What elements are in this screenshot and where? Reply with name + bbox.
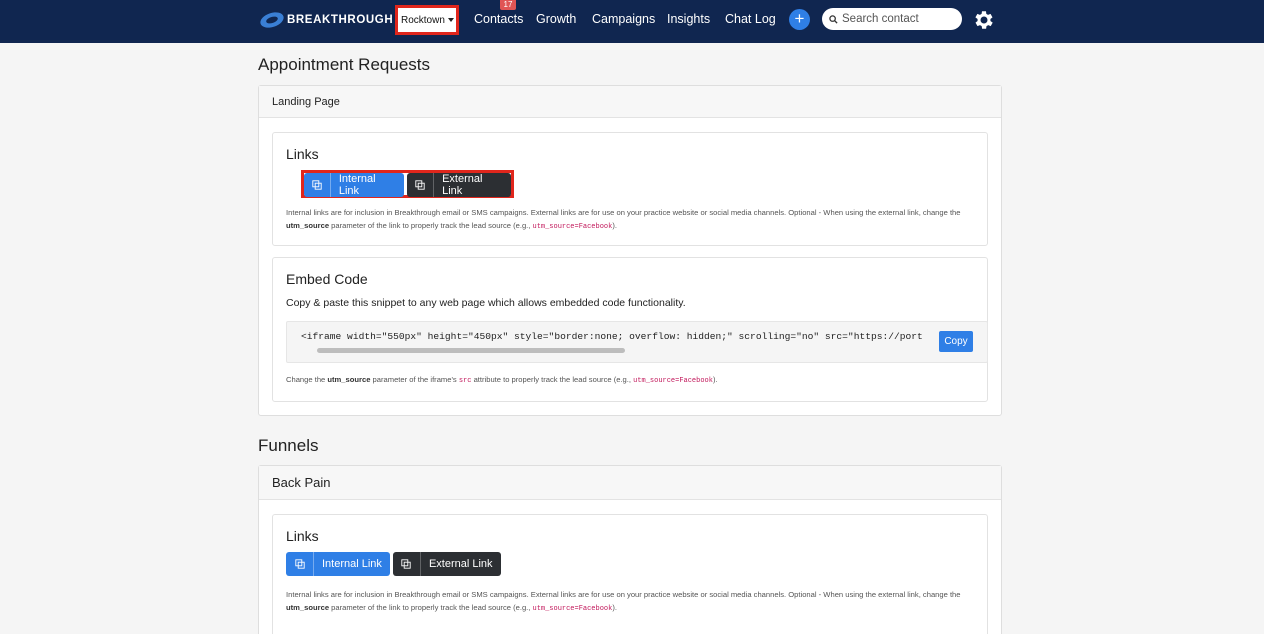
caret-down-icon <box>447 18 454 22</box>
search-icon <box>829 14 838 24</box>
copy-icon <box>286 552 314 576</box>
help-text: ). <box>612 221 617 230</box>
help-text: parameter of the link to properly track … <box>329 603 533 612</box>
external-link-button[interactable]: External Link <box>392 552 501 576</box>
appointment-requests-title: Appointment Requests <box>258 55 430 74</box>
nav-chat-log[interactable]: Chat Log <box>725 12 776 26</box>
help-text: Internal links are for inclusion in Brea… <box>286 590 961 599</box>
help-code: utm_source=Facebook <box>532 223 613 231</box>
copy-icon <box>304 173 331 197</box>
copy-embed-button[interactable]: Copy <box>939 331 973 352</box>
links-title: Links <box>286 528 319 544</box>
help-text: parameter of the link to properly track … <box>329 221 533 230</box>
nav-campaigns[interactable]: Campaigns <box>592 12 655 26</box>
help-text: attribute to properly track the lead sou… <box>471 375 634 384</box>
card-header: Landing Page <box>259 86 1001 118</box>
help-text: Change the <box>286 375 328 384</box>
links-title: Links <box>286 146 319 162</box>
links-panel: Links Internal Link External Link Intern… <box>272 514 988 634</box>
contacts-count-badge: 17 <box>500 0 516 10</box>
card-header-title: Back Pain <box>272 475 331 490</box>
nav-insights[interactable]: Insights <box>667 12 710 26</box>
embed-code-snippet[interactable]: <iframe width="550px" height="450px" sty… <box>301 331 923 342</box>
back-pain-card: Back Pain Links Internal Link External L… <box>258 465 1002 634</box>
help-text: ). <box>612 603 617 612</box>
card-header-title: Landing Page <box>272 95 340 108</box>
card-header: Back Pain <box>259 466 1001 500</box>
external-link-label: External Link <box>442 173 483 197</box>
horizontal-scrollbar[interactable] <box>317 348 625 353</box>
internal-link-label: Internal Link <box>322 558 382 570</box>
help-param: utm_source <box>286 221 330 230</box>
funnels-title: Funnels <box>258 436 319 455</box>
link-buttons-group: Internal Link External Link <box>286 552 501 576</box>
gear-icon[interactable] <box>972 8 996 32</box>
location-select[interactable]: Rocktown <box>395 5 459 35</box>
external-link-button[interactable]: External Link <box>407 173 511 197</box>
search-input[interactable] <box>842 13 957 25</box>
help-text: ). <box>712 375 718 384</box>
embed-code-title: Embed Code <box>286 271 368 287</box>
links-help-text: Internal links are for inclusion in Brea… <box>286 206 976 234</box>
help-code: utm_source=Facebook <box>633 377 713 385</box>
embed-code-box: <iframe width="550px" height="450px" sty… <box>286 321 988 363</box>
help-param: utm_source <box>327 375 371 384</box>
help-text: parameter of the iframe's <box>370 375 459 384</box>
location-select-value: Rocktown <box>401 14 445 26</box>
links-panel: Links Internal Link External Link Intern… <box>272 132 988 246</box>
copy-icon <box>393 552 421 576</box>
help-text: Internal links are for inclusion in Brea… <box>286 208 961 217</box>
brand-name: BREAKTHROUGH <box>287 14 394 26</box>
help-code: utm_source=Facebook <box>532 605 613 613</box>
nav-contacts[interactable]: Contacts <box>474 12 523 26</box>
internal-link-button[interactable]: Internal Link <box>286 552 390 576</box>
add-button[interactable]: + <box>789 9 810 30</box>
internal-link-label: Internal Link <box>338 173 376 197</box>
top-navbar: BREAKTHROUGH Rocktown 17 Contacts Growth… <box>0 0 1264 43</box>
links-help-text: Internal links are for inclusion in Brea… <box>286 588 976 616</box>
search-box <box>822 8 962 30</box>
breakthrough-logo-icon <box>259 11 285 29</box>
embed-code-description: Copy & paste this snippet to any web pag… <box>286 297 686 309</box>
help-param: utm_source <box>286 603 330 612</box>
landing-page-card: Landing Page Links Internal Link Externa… <box>258 85 1002 416</box>
embed-help-text: Change the utm_source parameter of the i… <box>286 373 976 388</box>
brand-logo[interactable]: BREAKTHROUGH <box>259 10 393 30</box>
help-code: src <box>458 377 472 385</box>
embed-code-panel: Embed Code Copy & paste this snippet to … <box>272 257 988 402</box>
external-link-label: External Link <box>428 558 493 570</box>
copy-icon <box>407 173 435 197</box>
internal-link-button[interactable]: Internal Link <box>304 173 405 197</box>
nav-growth[interactable]: Growth <box>536 12 576 26</box>
link-buttons-group: Internal Link External Link <box>301 170 514 198</box>
